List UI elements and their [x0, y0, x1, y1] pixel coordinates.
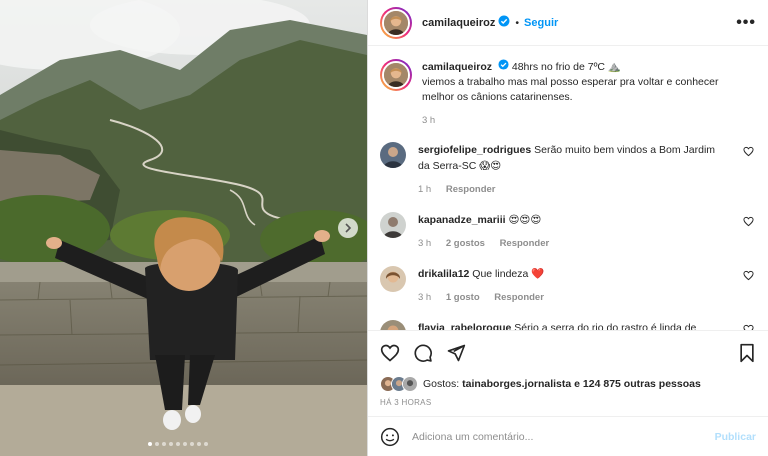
reply-button[interactable]: Responder — [494, 292, 544, 303]
emoji-smile-icon[interactable] — [380, 427, 400, 447]
comment-time[interactable]: 1 h — [418, 184, 431, 195]
comment-username[interactable]: sergiofelipe_rodrigues — [418, 144, 531, 156]
post-photo[interactable] — [0, 0, 367, 456]
avatar-photo — [384, 63, 408, 87]
comment-username[interactable]: kapanadze_mariii — [418, 214, 506, 226]
comment-text: Sério a serra do rio do rastro é linda d… — [514, 322, 697, 330]
carousel-dot — [148, 442, 152, 446]
instagram-post-view: camilaqueiroz • Seguir ••• camilaqueiroz — [0, 0, 768, 456]
comment-text-cont: da Serra-SC 😱😍 — [418, 160, 502, 172]
comment-likes-count[interactable]: 1 gosto — [446, 292, 480, 303]
carousel-dot — [197, 442, 201, 446]
post-header: camilaqueiroz • Seguir ••• — [368, 0, 768, 46]
like-heart-icon[interactable] — [380, 343, 400, 363]
like-comment-heart-icon[interactable] — [743, 270, 754, 284]
comment-item: drikalila12 Que lindeza ❤️ 3 h 1 gosto R… — [380, 266, 756, 306]
caption-avatar[interactable] — [380, 59, 412, 91]
author-avatar[interactable] — [380, 6, 412, 39]
comment-time[interactable]: 3 h — [418, 292, 431, 303]
save-bookmark-icon[interactable] — [738, 343, 756, 363]
reply-button[interactable]: Responder — [446, 184, 496, 195]
comment-text: 😍😍😍 — [508, 214, 542, 226]
caption-line-3: melhor os cânions catarinenses. — [422, 91, 573, 103]
comment-item: flavia_rabeloroque Sério a serra do rio … — [380, 320, 756, 330]
caption-username[interactable]: camilaqueiroz — [422, 61, 492, 73]
carousel-dot — [176, 442, 180, 446]
avatar-photo — [380, 266, 406, 292]
likes-summary: Gostos: tainaborges.jornalista e 124 875… — [380, 376, 756, 392]
comment-item: sergiofelipe_rodrigues Serão muito bem v… — [380, 142, 756, 198]
likes-prefix: Gostos: — [423, 378, 460, 390]
comment-bubble-icon[interactable] — [413, 343, 433, 363]
avatar-photo — [380, 142, 406, 168]
avatar-photo — [380, 320, 406, 330]
comment-avatar[interactable] — [380, 266, 406, 292]
carousel-dot — [169, 442, 173, 446]
comment-username[interactable]: drikalila12 — [418, 268, 469, 280]
carousel-dot — [190, 442, 194, 446]
follow-button[interactable]: Seguir — [524, 17, 558, 29]
caption-line-2: viemos a trabalho mas mal posso esperar … — [422, 76, 719, 88]
caption-line-1: 48hrs no frio de 7ºC ⛰️ — [511, 60, 622, 73]
carousel-dot — [183, 442, 187, 446]
post-caption: camilaqueiroz 48hrs no frio de 7ºC ⛰️ vi… — [380, 59, 756, 128]
comment-input[interactable]: Adiciona um comentário... — [412, 431, 715, 443]
liker-avatars[interactable] — [380, 376, 418, 392]
post-actions: Gostos: tainaborges.jornalista e 124 875… — [368, 330, 768, 407]
post-timestamp[interactable]: HÁ 3 HORAS — [380, 398, 756, 407]
likes-others-link[interactable]: e 124 875 outras pessoas — [574, 378, 701, 390]
post-side-panel: camilaqueiroz • Seguir ••• camilaqueiroz — [367, 0, 768, 456]
caption-time[interactable]: 3 h — [422, 115, 435, 126]
likes-user-link[interactable]: tainaborges.jornalista — [462, 378, 571, 390]
add-comment-bar: Adiciona um comentário... Publicar — [368, 416, 768, 456]
comment-item: kapanadze_mariii 😍😍😍 3 h 2 gostos Respon… — [380, 212, 756, 252]
chevron-right-icon — [345, 223, 352, 233]
comment-avatar[interactable] — [380, 142, 406, 168]
carousel-dots — [148, 442, 208, 446]
reply-button[interactable]: Responder — [500, 238, 550, 249]
canyon-photo — [0, 0, 367, 456]
comments-list[interactable]: camilaqueiroz 48hrs no frio de 7ºC ⛰️ vi… — [368, 47, 768, 330]
like-comment-heart-icon[interactable] — [743, 216, 754, 230]
comment-text: Serão muito bem vindos a Bom Jardim — [534, 144, 716, 156]
comment-time[interactable]: 3 h — [418, 238, 431, 249]
verified-icon — [498, 15, 510, 30]
comment-avatar[interactable] — [380, 212, 406, 238]
separator-dot: • — [515, 16, 520, 29]
carousel-dot — [204, 442, 208, 446]
avatar-photo — [380, 212, 406, 238]
share-paper-plane-icon[interactable] — [446, 343, 466, 363]
avatar-photo — [384, 10, 408, 35]
verified-icon — [498, 59, 509, 75]
comment-username[interactable]: flavia_rabeloroque — [418, 322, 511, 330]
carousel-dot — [162, 442, 166, 446]
next-photo-button[interactable] — [338, 218, 358, 238]
more-options-button[interactable]: ••• — [736, 14, 756, 32]
author-username[interactable]: camilaqueiroz — [422, 17, 495, 29]
comment-likes-count[interactable]: 2 gostos — [446, 238, 485, 249]
comment-text: Que lindeza ❤️ — [472, 268, 545, 280]
publish-button[interactable]: Publicar — [715, 431, 756, 443]
like-comment-heart-icon[interactable] — [743, 146, 754, 160]
comment-avatar[interactable] — [380, 320, 406, 330]
carousel-dot — [155, 442, 159, 446]
